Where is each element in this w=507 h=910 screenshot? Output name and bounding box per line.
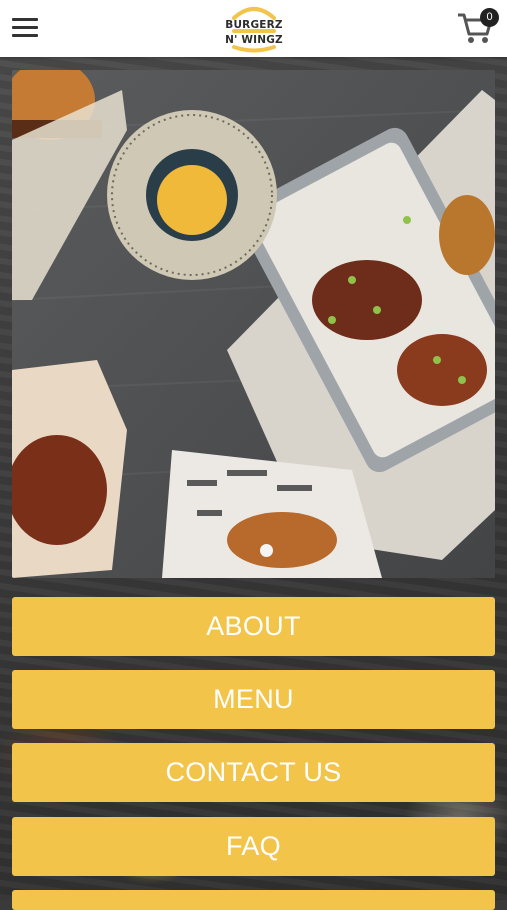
contact-us-button[interactable]: CONTACT US: [12, 743, 495, 802]
faq-button[interactable]: FAQ: [12, 817, 495, 876]
about-button[interactable]: ABOUT: [12, 597, 495, 656]
logo-text-burgerz: BURGERZ: [225, 19, 283, 31]
logo-text-wingz: N' WINGZ: [225, 34, 283, 46]
hamburger-menu-icon[interactable]: [12, 17, 38, 39]
cart-count-badge: 0: [480, 8, 499, 27]
brand-logo[interactable]: BURGERZ N' WINGZ: [224, 2, 284, 55]
app-header: BURGERZ N' WINGZ 0: [0, 0, 507, 57]
hero-food-photo: [12, 70, 495, 578]
carousel-indicator-dot[interactable]: [260, 544, 273, 557]
menu-button[interactable]: MENU: [12, 670, 495, 729]
hero-carousel[interactable]: [12, 70, 495, 578]
next-nav-button-partial[interactable]: [12, 890, 495, 910]
